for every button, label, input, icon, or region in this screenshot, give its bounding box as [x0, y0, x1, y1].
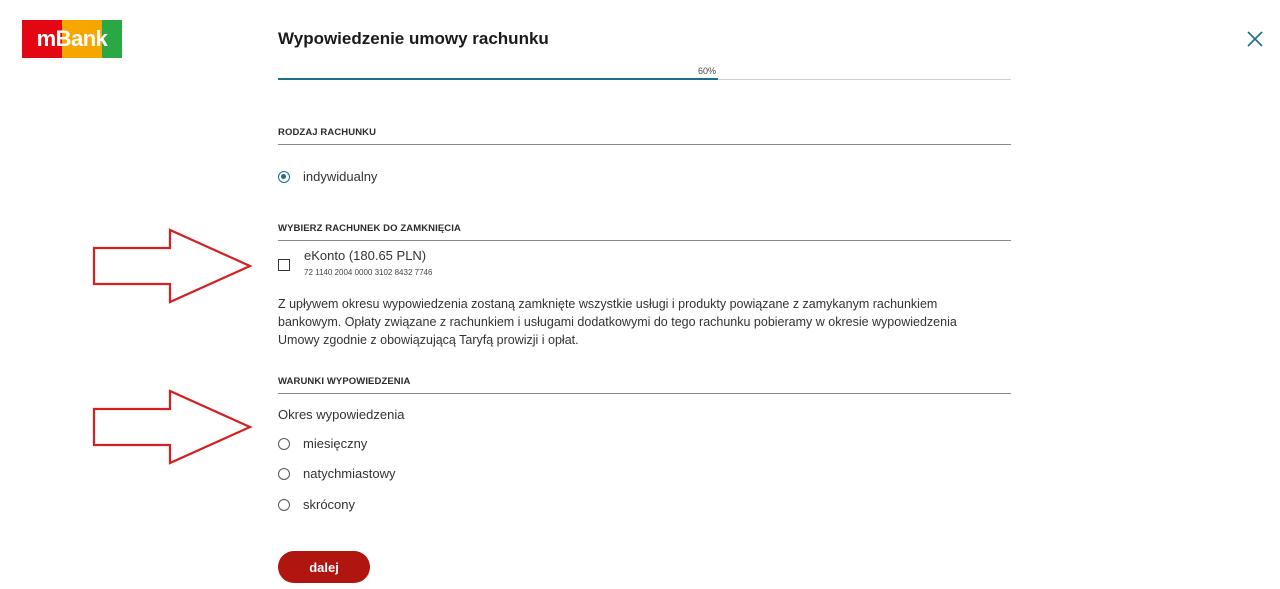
- progress-bar: 60%: [278, 66, 1011, 82]
- radio-option-individual[interactable]: indywidualny: [278, 169, 377, 184]
- radio-button-checked[interactable]: [278, 170, 290, 183]
- radio-option-immediate[interactable]: natychmiastowy: [278, 466, 395, 481]
- annotation-arrow-icon: [92, 389, 253, 465]
- section-title-select-account: WYBIERZ RACHUNEK DO ZAMKNIĘCIA: [278, 223, 1011, 241]
- account-name: eKonto (180.65 PLN): [304, 248, 427, 263]
- radio-option-monthly[interactable]: miesięczny: [278, 436, 367, 451]
- radio-button[interactable]: [278, 437, 290, 450]
- account-number: 72 1140 2004 0000 3102 8432 7746: [304, 268, 433, 277]
- radio-label: indywidualny: [303, 169, 378, 184]
- radio-label: natychmiastowy: [303, 466, 396, 481]
- close-button[interactable]: [1244, 28, 1266, 50]
- section-title-account-type: RODZAJ RACHUNKU: [278, 127, 1011, 145]
- annotation-arrow-icon: [92, 228, 253, 304]
- mbank-logo[interactable]: mBank: [22, 20, 122, 58]
- account-checkbox[interactable]: [278, 259, 290, 271]
- progress-percent: 60%: [698, 66, 717, 76]
- section-title-termination: WARUNKI WYPOWIEDZENIA: [278, 376, 1011, 394]
- closure-info-text: Z upływem okresu wypowiedzenia zostaną z…: [278, 297, 957, 347]
- page: mBank Wypowiedzenie umowy rachunku 60% R…: [0, 0, 1280, 589]
- radio-button[interactable]: [278, 498, 290, 511]
- radio-button[interactable]: [278, 467, 290, 480]
- progress-fill: [278, 78, 718, 80]
- account-details: eKonto (180.65 PLN) 72 1140 2004 0000 31…: [304, 248, 432, 277]
- logo-text: mBank: [36, 26, 108, 51]
- radio-label: miesięczny: [303, 436, 368, 451]
- page-title: Wypowiedzenie umowy rachunku: [278, 29, 549, 48]
- account-option-ekonto[interactable]: eKonto (180.65 PLN) 72 1140 2004 0000 31…: [278, 248, 432, 277]
- radio-label: skrócony: [303, 497, 356, 512]
- radio-option-shortened[interactable]: skrócony: [278, 497, 355, 512]
- close-icon: [1247, 31, 1263, 47]
- notice-period-label: Okres wypowiedzenia: [278, 407, 405, 422]
- next-button[interactable]: dalej: [278, 551, 370, 583]
